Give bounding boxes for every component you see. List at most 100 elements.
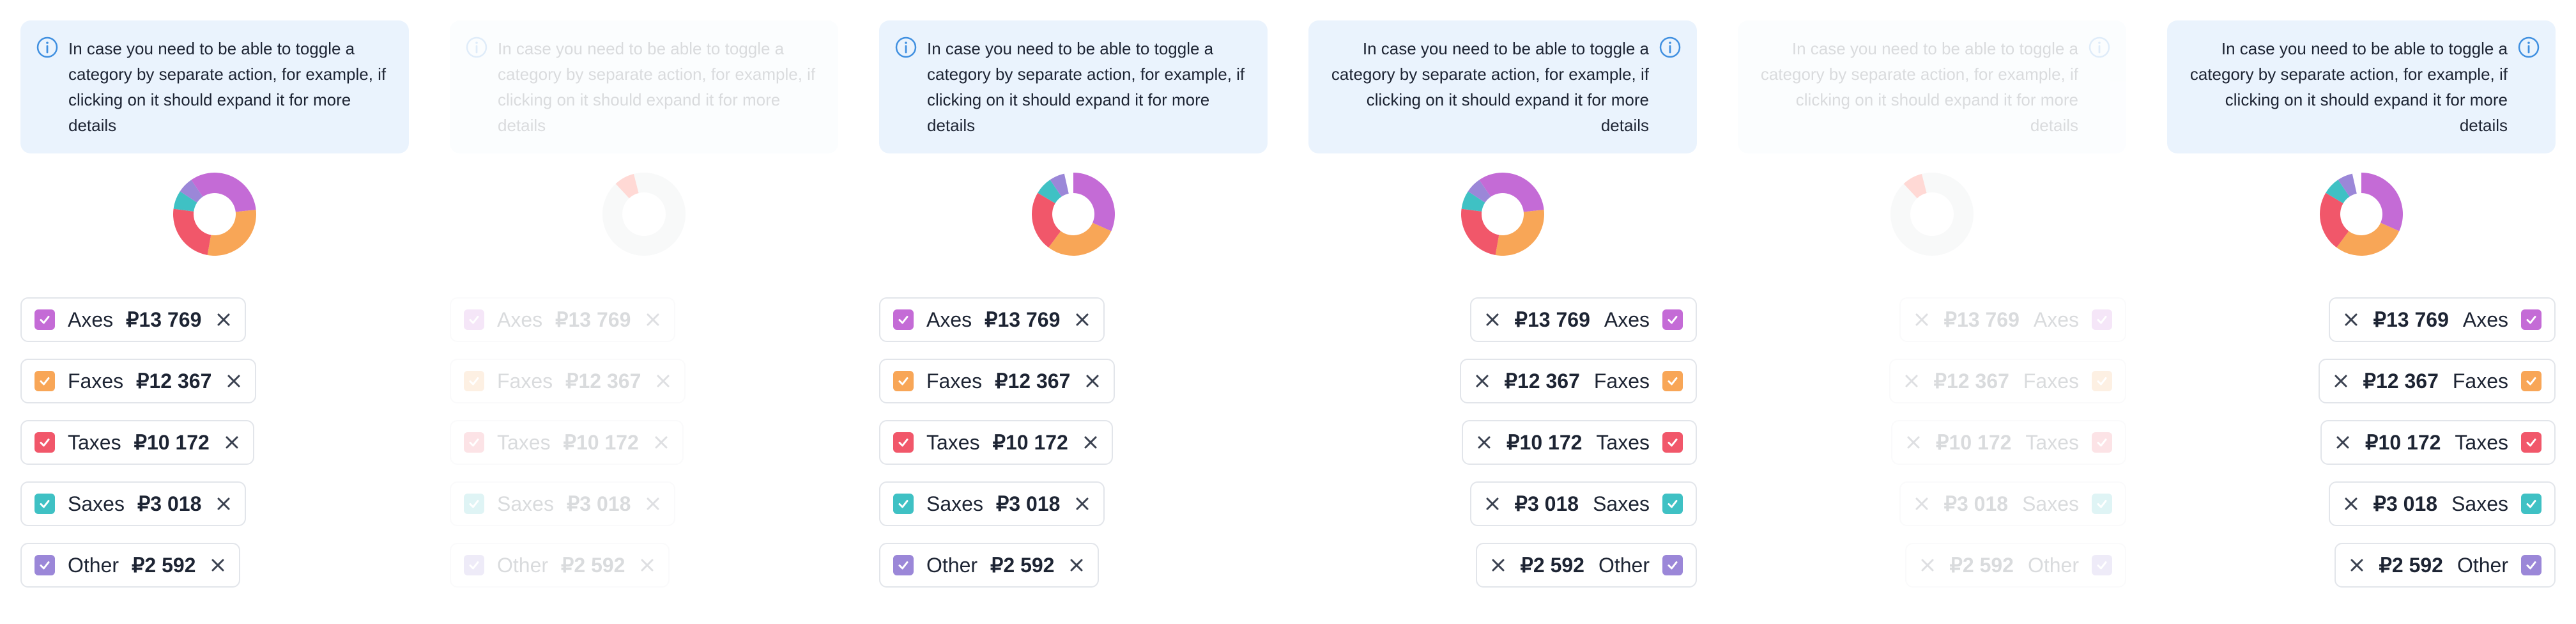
checkbox[interactable] [2092, 494, 2112, 514]
chip-row: Axes ₽13 769 [450, 297, 838, 359]
info-icon [466, 36, 487, 58]
checkbox[interactable] [2521, 432, 2542, 453]
category-chip-saxes[interactable]: ₽3 018 Saxes [1899, 481, 2126, 526]
category-chip-axes[interactable]: ₽13 769 Axes [1899, 297, 2126, 342]
close-icon[interactable] [1476, 434, 1492, 451]
close-icon[interactable] [226, 373, 242, 389]
close-icon[interactable] [2349, 557, 2365, 573]
category-chip-saxes[interactable]: Saxes ₽3 018 [450, 481, 676, 526]
category-chip-axes[interactable]: ₽13 769 Axes [2328, 297, 2556, 342]
close-icon[interactable] [1484, 311, 1501, 328]
checkbox[interactable] [34, 371, 55, 391]
checkbox[interactable] [2092, 371, 2112, 391]
panel-default-ltr: In case you need to be able to toggle a … [0, 0, 429, 624]
category-chip-other[interactable]: ₽2 592 Other [1475, 543, 1697, 588]
donut-chart [173, 173, 256, 256]
category-chip-other[interactable]: ₽2 592 Other [1905, 543, 2126, 588]
close-icon[interactable] [1490, 557, 1506, 573]
close-icon[interactable] [1068, 557, 1085, 573]
close-icon[interactable] [215, 495, 232, 512]
close-icon[interactable] [645, 495, 661, 512]
checkbox[interactable] [1662, 309, 1683, 330]
category-chip-axes[interactable]: ₽13 769 Axes [1469, 297, 1697, 342]
check-icon [2097, 500, 2107, 508]
checkbox[interactable] [1662, 371, 1683, 391]
close-icon[interactable] [224, 434, 240, 451]
checkbox[interactable] [1662, 432, 1683, 453]
close-icon[interactable] [2333, 373, 2349, 389]
category-chip-faxes[interactable]: ₽12 367 Faxes [2318, 359, 2556, 403]
chip-amount: ₽13 769 [126, 308, 202, 331]
close-icon[interactable] [2343, 495, 2359, 512]
checkbox[interactable] [2521, 309, 2542, 330]
checkbox[interactable] [464, 432, 484, 453]
category-chip-other[interactable]: Other ₽2 592 [20, 543, 241, 588]
close-icon[interactable] [1474, 373, 1491, 389]
category-chip-faxes[interactable]: ₽12 367 Faxes [1889, 359, 2126, 403]
checkbox[interactable] [2092, 309, 2112, 330]
category-chip-faxes[interactable]: ₽12 367 Faxes [1459, 359, 1697, 403]
close-icon[interactable] [2343, 311, 2359, 328]
checkbox[interactable] [34, 494, 55, 514]
category-chip-taxes[interactable]: ₽10 172 Taxes [2320, 420, 2556, 465]
checkbox[interactable] [464, 309, 484, 330]
category-chip-taxes[interactable]: Taxes ₽10 172 [450, 420, 684, 465]
category-chip-faxes[interactable]: Faxes ₽12 367 [879, 359, 1116, 403]
category-chip-other[interactable]: Other ₽2 592 [879, 543, 1100, 588]
chip-amount: ₽10 172 [2365, 431, 2441, 454]
close-icon[interactable] [1919, 557, 1936, 573]
category-chip-faxes[interactable]: Faxes ₽12 367 [20, 359, 257, 403]
category-chip-axes[interactable]: Axes ₽13 769 [879, 297, 1105, 342]
category-chip-taxes[interactable]: ₽10 172 Taxes [1462, 420, 1697, 465]
checkbox[interactable] [1662, 555, 1683, 575]
checkbox[interactable] [34, 555, 55, 575]
checkbox[interactable] [464, 371, 484, 391]
category-chip-saxes[interactable]: ₽3 018 Saxes [1469, 481, 1697, 526]
check-icon [40, 316, 50, 324]
category-chip-axes[interactable]: Axes ₽13 769 [20, 297, 247, 342]
close-icon[interactable] [639, 557, 656, 573]
close-icon[interactable] [1913, 495, 1930, 512]
category-chip-taxes[interactable]: ₽10 172 Taxes [1891, 420, 2126, 465]
close-icon[interactable] [653, 434, 670, 451]
checkbox[interactable] [2521, 371, 2542, 391]
close-icon[interactable] [1074, 495, 1091, 512]
close-icon[interactable] [2334, 434, 2351, 451]
checkbox[interactable] [893, 309, 914, 330]
close-icon[interactable] [1484, 495, 1501, 512]
checkbox[interactable] [893, 371, 914, 391]
checkbox[interactable] [34, 309, 55, 330]
checkbox[interactable] [34, 432, 55, 453]
close-icon[interactable] [1082, 434, 1099, 451]
close-icon[interactable] [645, 311, 661, 328]
close-icon[interactable] [215, 311, 232, 328]
checkbox[interactable] [893, 555, 914, 575]
category-chip-saxes[interactable]: Saxes ₽3 018 [879, 481, 1105, 526]
checkbox[interactable] [2092, 432, 2112, 453]
close-icon[interactable] [1913, 311, 1930, 328]
checkbox[interactable] [464, 555, 484, 575]
close-icon[interactable] [1903, 373, 1920, 389]
category-chip-taxes[interactable]: Taxes ₽10 172 [20, 420, 254, 465]
checkbox[interactable] [2521, 555, 2542, 575]
info-notice: In case you need to be able to toggle a … [450, 20, 838, 153]
category-chip-axes[interactable]: Axes ₽13 769 [450, 297, 676, 342]
checkbox[interactable] [893, 494, 914, 514]
category-chip-faxes[interactable]: Faxes ₽12 367 [450, 359, 686, 403]
category-chip-other[interactable]: ₽2 592 Other [2334, 543, 2556, 588]
category-chip-saxes[interactable]: ₽3 018 Saxes [2328, 481, 2556, 526]
checkbox[interactable] [2521, 494, 2542, 514]
category-chip-saxes[interactable]: Saxes ₽3 018 [20, 481, 247, 526]
close-icon[interactable] [1074, 311, 1091, 328]
close-icon[interactable] [210, 557, 226, 573]
checkbox[interactable] [1662, 494, 1683, 514]
category-chip-other[interactable]: Other ₽2 592 [450, 543, 670, 588]
checkbox[interactable] [2092, 555, 2112, 575]
close-icon[interactable] [1905, 434, 1922, 451]
close-icon[interactable] [1084, 373, 1101, 389]
checkbox[interactable] [464, 494, 484, 514]
checkbox[interactable] [893, 432, 914, 453]
category-chip-taxes[interactable]: Taxes ₽10 172 [879, 420, 1113, 465]
chip-label: Saxes [1593, 492, 1650, 515]
close-icon[interactable] [655, 373, 671, 389]
